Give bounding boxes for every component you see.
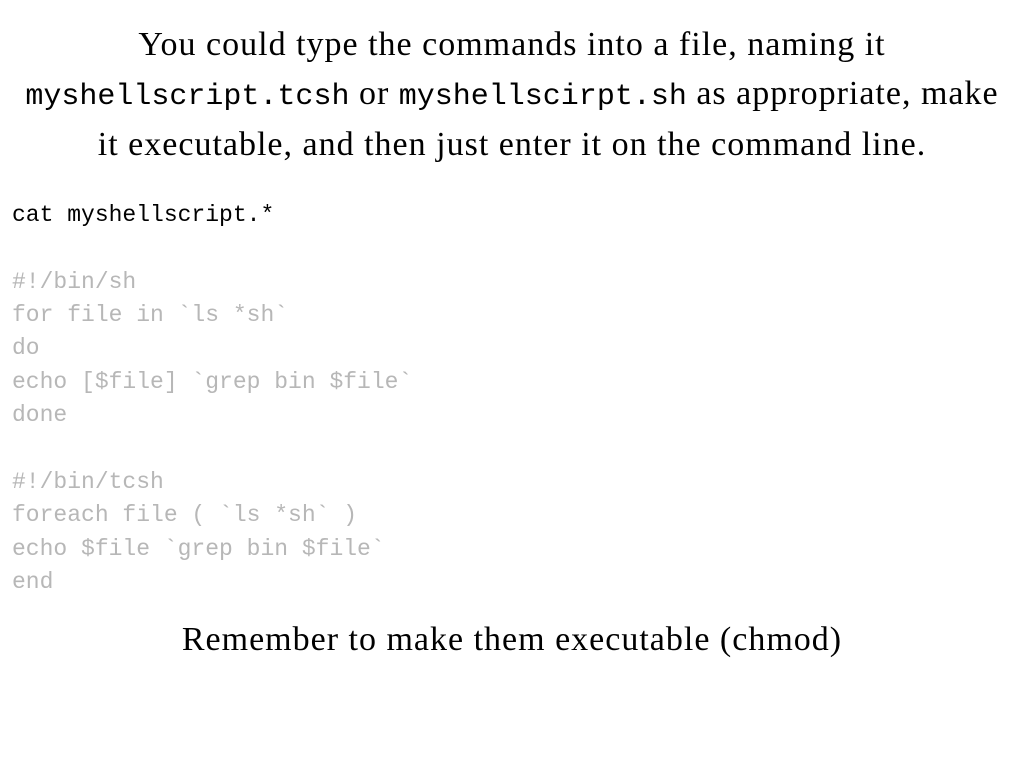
code-block: cat myshellscript.* #!/bin/sh for file i… bbox=[12, 199, 1000, 599]
intro-text-2: or bbox=[349, 75, 398, 112]
intro-paragraph: You could type the commands into a file,… bbox=[24, 20, 1000, 169]
code-tcsh-block: #!/bin/tcsh foreach file ( `ls *sh` ) ec… bbox=[12, 469, 385, 595]
slide-content: You could type the commands into a file,… bbox=[0, 0, 1024, 659]
code-command: cat myshellscript.* bbox=[12, 202, 274, 228]
filename-2: myshellscirpt.sh bbox=[399, 80, 687, 114]
intro-text-1: You could type the commands into a file,… bbox=[138, 26, 885, 63]
code-sh-block: #!/bin/sh for file in `ls *sh` do echo [… bbox=[12, 269, 412, 428]
filename-1: myshellscript.tcsh bbox=[25, 80, 349, 114]
footer-text: Remember to make them executable (chmod) bbox=[24, 621, 1000, 659]
